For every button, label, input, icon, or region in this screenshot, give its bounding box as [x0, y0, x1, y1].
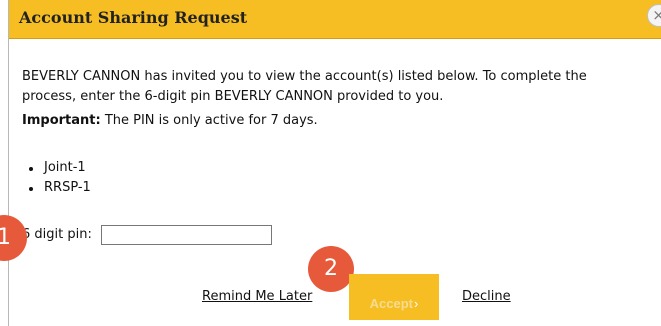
close-button[interactable]: × [647, 4, 661, 27]
dialog-title: Account Sharing Request [19, 8, 248, 27]
pin-input[interactable] [100, 225, 272, 245]
remind-me-later-link[interactable]: Remind Me Later [202, 287, 312, 307]
close-icon: × [652, 6, 661, 24]
dialog-title-bar: Account Sharing Request × [9, 0, 661, 39]
pin-row: 6 digit pin: [22, 224, 272, 246]
accept-button[interactable]: Accept› [349, 274, 439, 320]
step-callout-2: 2 [308, 246, 354, 292]
step-callout-1: 1 [0, 215, 27, 261]
invite-message: BEVERLY CANNON has invited you to view t… [22, 69, 587, 104]
accept-label: Accept [369, 295, 413, 311]
important-label: Important: [22, 113, 101, 128]
chevron-right-icon: › [414, 295, 419, 311]
account-item: RRSP-1 [23, 178, 91, 198]
account-sharing-dialog: Account Sharing Request × BEVERLY CANNON… [0, 0, 661, 326]
account-list: Joint-1 RRSP-1 [23, 158, 91, 198]
important-notice: Important: The PIN is only active for 7 … [22, 111, 318, 131]
important-text: The PIN is only active for 7 days. [100, 113, 318, 128]
pin-label: 6 digit pin: [22, 227, 92, 242]
stage: Account Sharing Request × BEVERLY CANNON… [0, 0, 661, 326]
account-item: Joint-1 [23, 158, 91, 178]
decline-link[interactable]: Decline [462, 287, 511, 307]
